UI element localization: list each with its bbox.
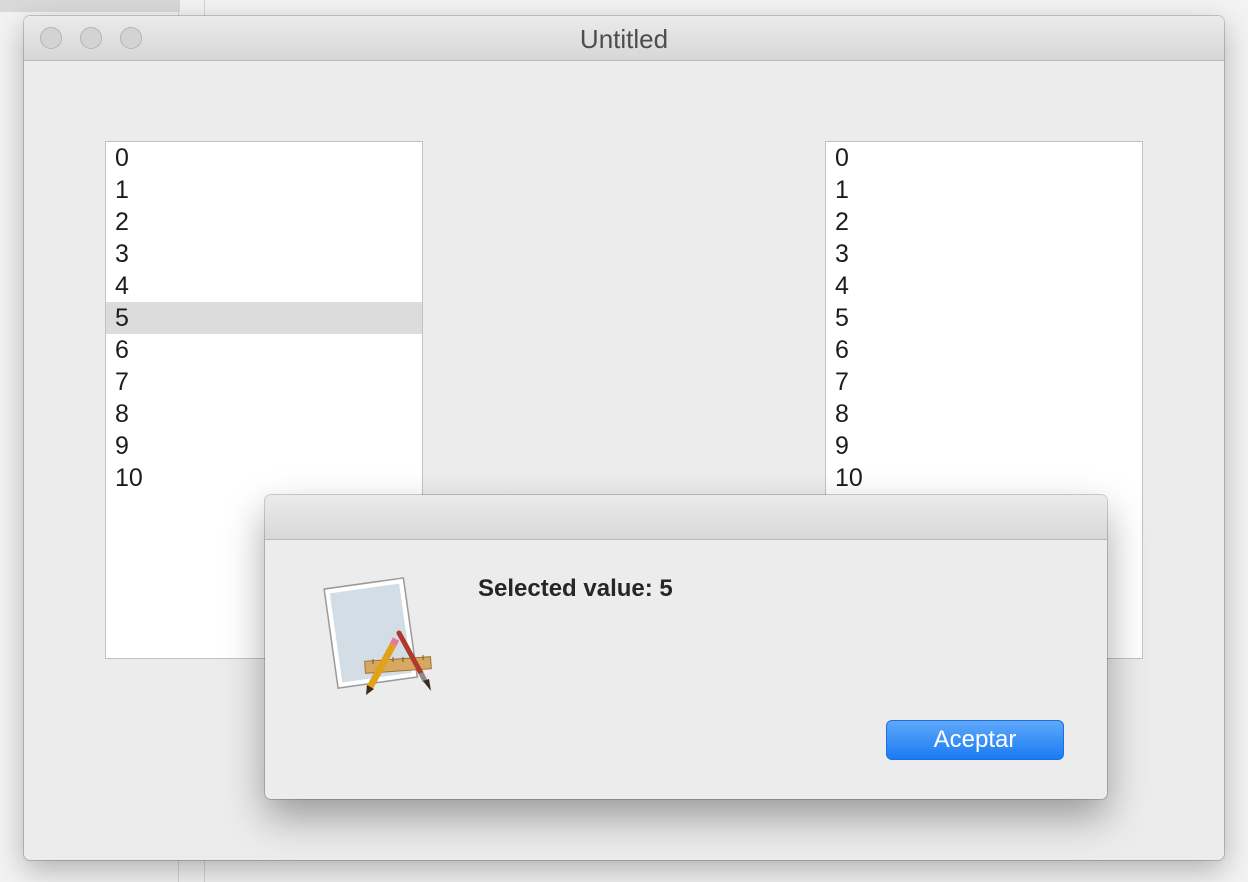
window-titlebar[interactable]: Untitled bbox=[24, 16, 1224, 61]
list-item[interactable]: 10 bbox=[826, 462, 1142, 494]
list-item[interactable]: 0 bbox=[826, 142, 1142, 174]
list-item[interactable]: 4 bbox=[106, 270, 422, 302]
list-item[interactable]: 6 bbox=[826, 334, 1142, 366]
background-panel bbox=[0, 0, 180, 12]
list-item[interactable]: 2 bbox=[106, 206, 422, 238]
list-item[interactable]: 7 bbox=[826, 366, 1142, 398]
alert-titlebar bbox=[265, 495, 1107, 540]
list-item[interactable]: 3 bbox=[106, 238, 422, 270]
list-item[interactable]: 4 bbox=[826, 270, 1142, 302]
list-item[interactable]: 1 bbox=[826, 174, 1142, 206]
list-item[interactable]: 5 bbox=[826, 302, 1142, 334]
list-item[interactable]: 7 bbox=[106, 366, 422, 398]
alert-dialog: Selected value: 5 Aceptar bbox=[265, 495, 1107, 799]
list-item[interactable]: 10 bbox=[106, 462, 422, 494]
alert-message: Selected value: 5 bbox=[478, 575, 673, 602]
list-item[interactable]: 6 bbox=[106, 334, 422, 366]
list-item[interactable]: 5 bbox=[106, 302, 422, 334]
app-icon bbox=[323, 577, 432, 695]
list-item[interactable]: 8 bbox=[106, 398, 422, 430]
list-item[interactable]: 9 bbox=[106, 430, 422, 462]
list-item[interactable]: 8 bbox=[826, 398, 1142, 430]
list-item[interactable]: 2 bbox=[826, 206, 1142, 238]
list-item[interactable]: 0 bbox=[106, 142, 422, 174]
accept-button[interactable]: Aceptar bbox=[886, 720, 1064, 760]
list-item[interactable]: 3 bbox=[826, 238, 1142, 270]
list-item[interactable]: 9 bbox=[826, 430, 1142, 462]
window-title: Untitled bbox=[579, 24, 669, 54]
list-item[interactable]: 1 bbox=[106, 174, 422, 206]
